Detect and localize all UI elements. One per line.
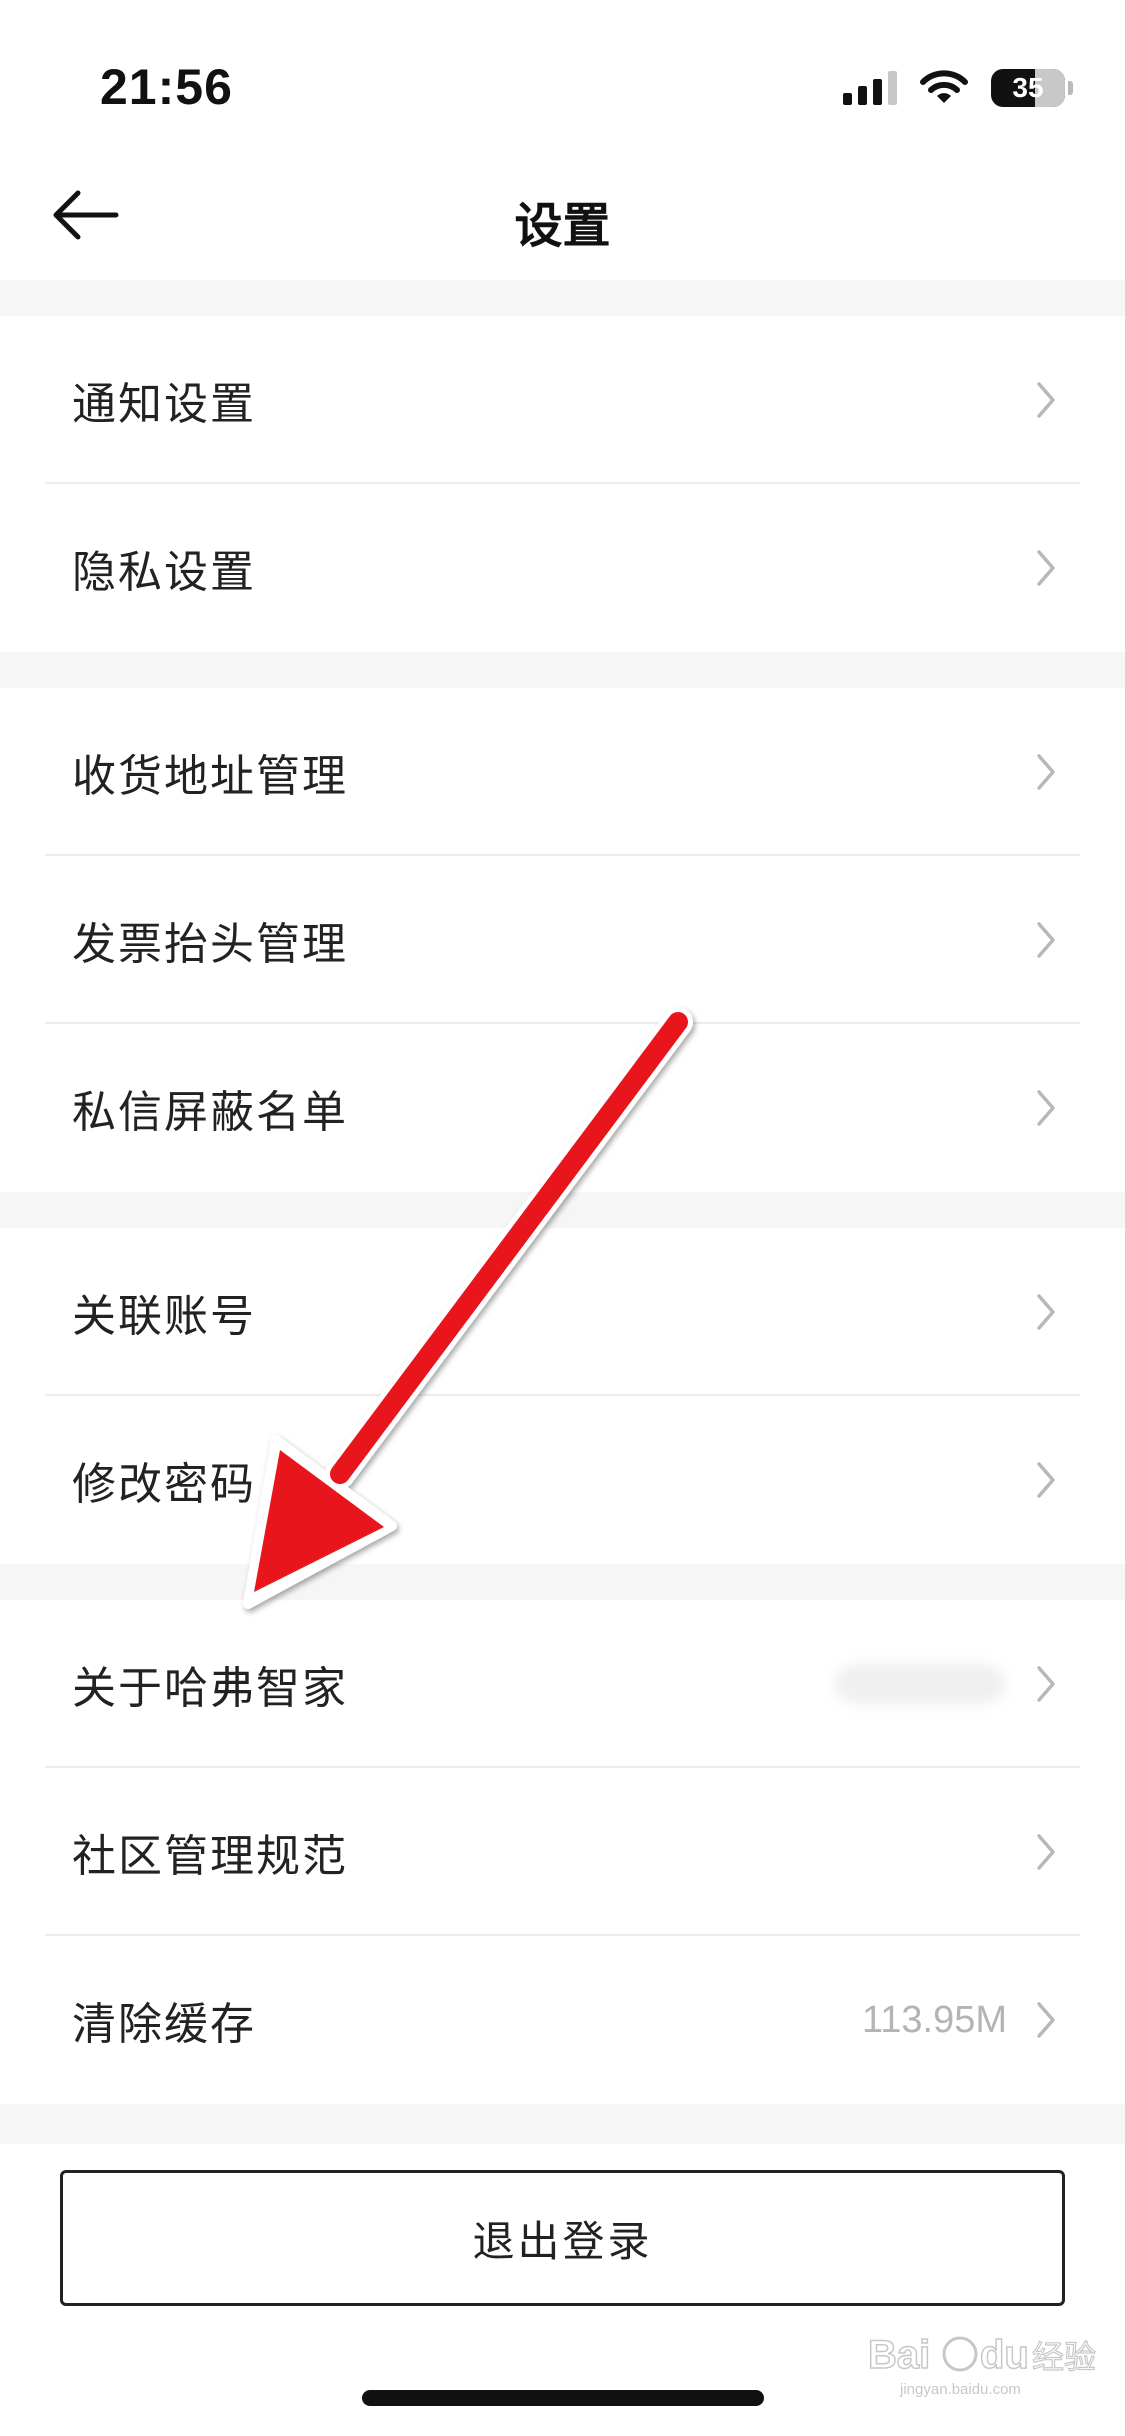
settings-row-clear-cache[interactable]: 清除缓存 113.95M <box>0 1936 1125 2104</box>
settings-row-privacy[interactable]: 隐私设置 <box>0 484 1125 652</box>
settings-row-blocklist[interactable]: 私信屏蔽名单 <box>0 1024 1125 1192</box>
row-label: 关联账号 <box>72 1291 256 1342</box>
version-value-blurred <box>835 1664 1005 1704</box>
settings-row-notifications[interactable]: 通知设置 <box>0 316 1125 484</box>
nav-bar: 设置 <box>0 150 1125 280</box>
group-separator <box>0 1192 1125 1228</box>
chevron-right-icon <box>1033 378 1059 422</box>
chevron-right-icon <box>1033 1086 1059 1130</box>
chevron-right-icon <box>1033 1998 1059 2042</box>
svg-text:jingyan.baidu.com: jingyan.baidu.com <box>899 2381 1021 2398</box>
chevron-right-icon <box>1033 546 1059 590</box>
row-label: 关于哈弗智家 <box>72 1663 348 1714</box>
settings-row-community-rules[interactable]: 社区管理规范 <box>0 1768 1125 1936</box>
row-label: 私信屏蔽名单 <box>72 1087 348 1138</box>
status-bar: 21:56 35 <box>0 0 1125 150</box>
wifi-icon <box>920 70 968 103</box>
row-label: 收货地址管理 <box>72 751 348 802</box>
chevron-right-icon <box>1033 1458 1059 1502</box>
settings-page: 21:56 35 设置 通知设置 隐私设置 收货地址管理 发票抬头管理 私信屏蔽… <box>0 0 1125 2436</box>
settings-row-invoice[interactable]: 发票抬头管理 <box>0 856 1125 1024</box>
chevron-right-icon <box>1033 1290 1059 1334</box>
home-indicator <box>362 2390 764 2406</box>
status-icons: 35 <box>843 64 1073 112</box>
page-title: 设置 <box>514 198 611 254</box>
group-separator <box>0 2104 1125 2144</box>
baidu-watermark-logo: Bai du 经验 jingyan.baidu.com <box>867 2332 1096 2398</box>
chevron-right-icon <box>1033 750 1059 794</box>
chevron-right-icon <box>1033 1830 1059 1874</box>
row-label: 通知设置 <box>72 379 256 430</box>
row-label: 修改密码 <box>72 1459 256 1510</box>
chevron-right-icon <box>1033 918 1059 962</box>
group-separator <box>0 1564 1125 1600</box>
settings-row-linked-accounts[interactable]: 关联账号 <box>0 1228 1125 1396</box>
status-time: 21:56 <box>100 59 233 115</box>
row-label: 社区管理规范 <box>72 1831 348 1882</box>
group-separator <box>0 280 1125 316</box>
settings-row-address[interactable]: 收货地址管理 <box>0 688 1125 856</box>
row-label: 清除缓存 <box>72 1999 256 2050</box>
group-separator <box>0 652 1125 688</box>
signal-icon <box>843 71 897 105</box>
battery-level: 35 <box>1012 72 1044 103</box>
cache-size-value: 113.95M <box>861 1998 1007 2041</box>
svg-text:经验: 经验 <box>1032 2338 1096 2376</box>
row-label: 隐私设置 <box>72 547 256 598</box>
settings-row-change-password[interactable]: 修改密码 <box>0 1396 1125 1564</box>
svg-text:Bai: Bai <box>868 2333 930 2377</box>
row-label: 发票抬头管理 <box>72 919 348 970</box>
settings-row-about[interactable]: 关于哈弗智家 <box>0 1600 1125 1768</box>
battery-icon: 35 <box>991 69 1073 107</box>
logout-button[interactable]: 退出登录 <box>60 2170 1065 2306</box>
svg-text:du: du <box>980 2333 1029 2377</box>
chevron-right-icon <box>1033 1662 1059 1706</box>
